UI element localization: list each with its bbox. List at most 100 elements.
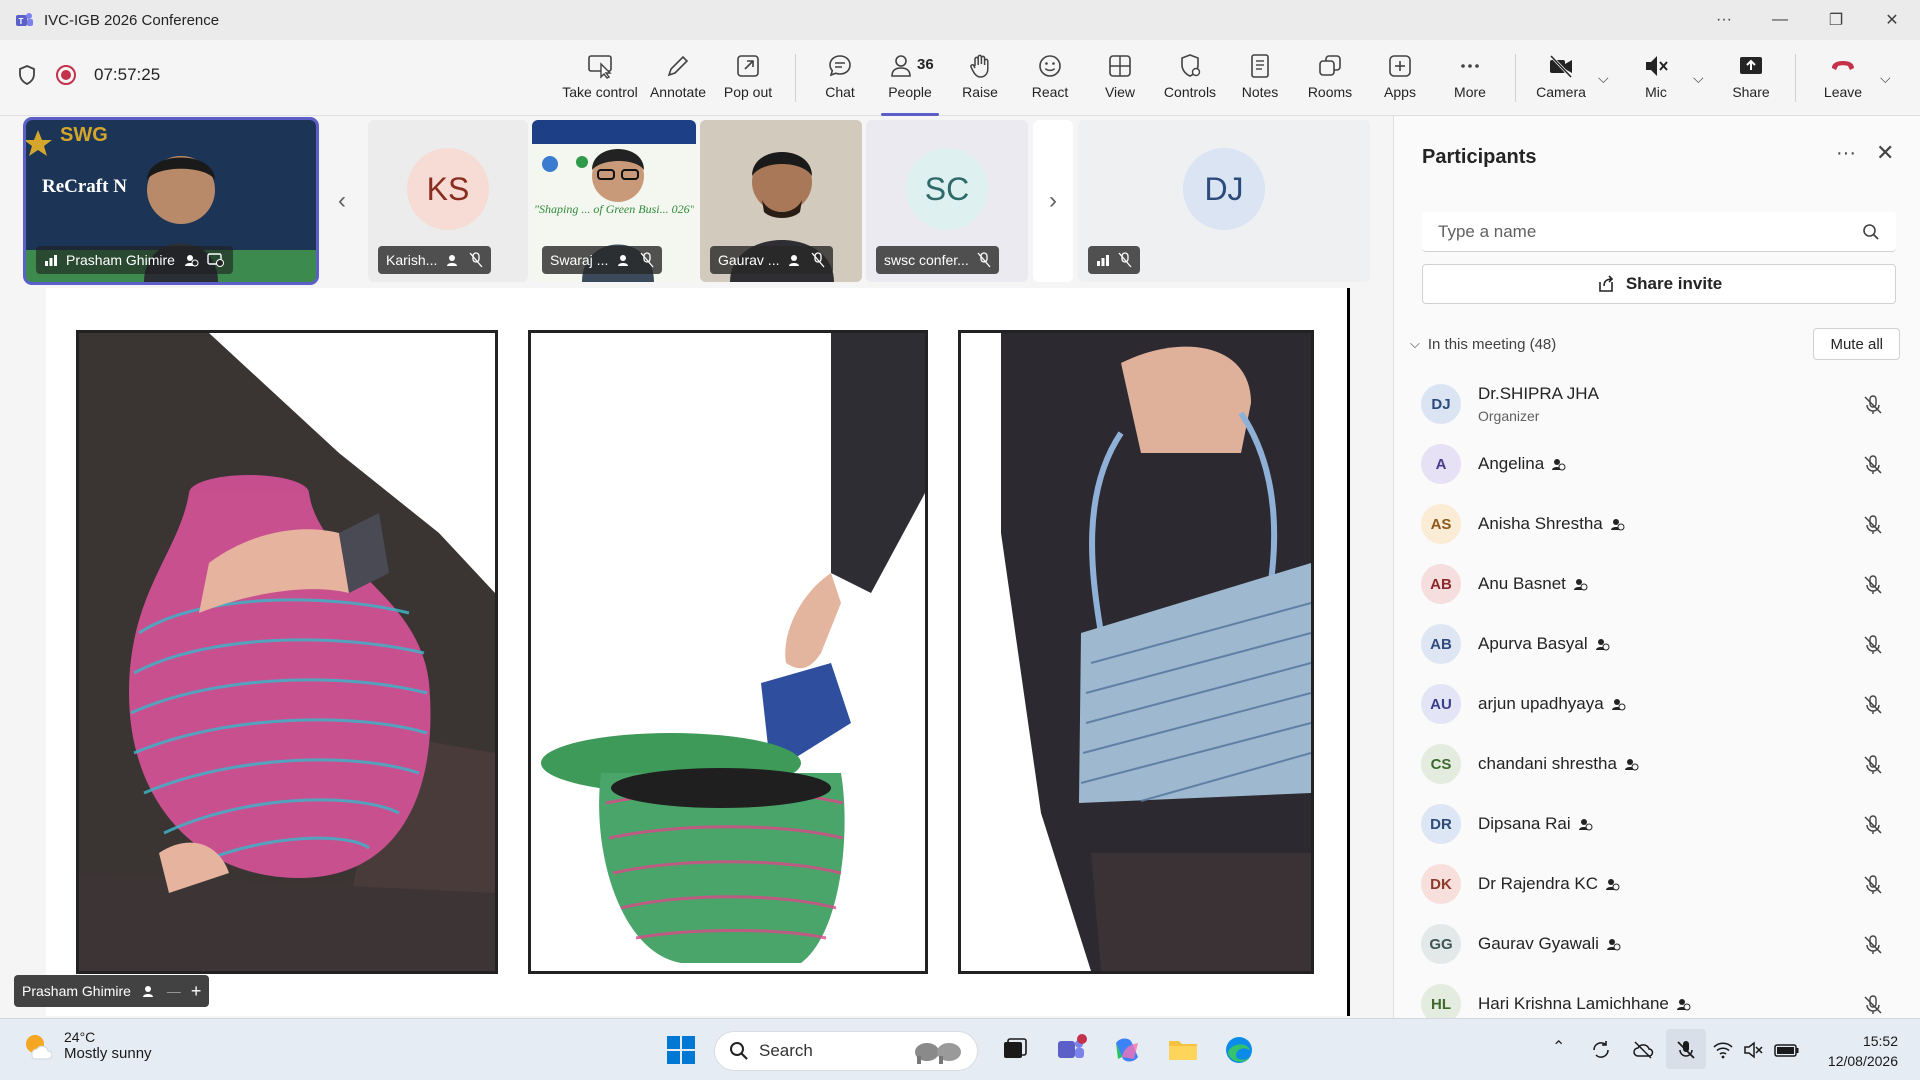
mic-options-chevron-icon[interactable]: ⌵ <box>1693 70 1704 87</box>
raise-hand-button[interactable]: Raise <box>945 50 1015 110</box>
battery-icon[interactable] <box>1774 1039 1800 1061</box>
in-meeting-section-header[interactable]: ⌵ In this meeting (48) Mute all <box>1410 324 1900 364</box>
participant-row[interactable]: AB Apurva Basyal <box>1394 612 1920 672</box>
video-tile-prasham[interactable]: SWG ReCraft N Prasham Ghimire <box>23 117 319 285</box>
take-control-button[interactable]: Take control <box>562 50 638 110</box>
mic-muted-icon[interactable] <box>1862 934 1884 956</box>
leave-button[interactable]: Leave <box>1808 50 1878 110</box>
camera-options-chevron-icon[interactable]: ⌵ <box>1598 70 1609 87</box>
participant-name-text: chandani shrestha <box>1478 754 1617 773</box>
teams-taskbar-icon[interactable] <box>1054 1033 1088 1067</box>
video-tile-dj[interactable]: DJ <box>1078 120 1370 282</box>
view-button[interactable]: View <box>1085 50 1155 110</box>
strip-next-button[interactable]: › <box>1033 120 1073 282</box>
participant-row[interactable]: CS chandani shrestha <box>1394 732 1920 792</box>
participant-row[interactable]: AU arjun upadhyaya <box>1394 672 1920 732</box>
video-tile-swsc[interactable]: SC swsc confer... <box>866 120 1028 282</box>
close-panel-button[interactable]: ✕ <box>1876 140 1894 166</box>
wifi-icon[interactable] <box>1712 1039 1734 1061</box>
apps-button[interactable]: Apps <box>1365 50 1435 110</box>
panel-more-options-button[interactable]: ··· <box>1836 142 1856 165</box>
video-tile-swaraj[interactable]: "Shaping ... of Green Busi... 026" Swara… <box>532 120 696 282</box>
shield-icon[interactable] <box>16 64 38 86</box>
take-control-icon <box>588 55 612 79</box>
participant-row[interactable]: DJ Dr.SHIPRA JHA Organizer <box>1394 372 1920 432</box>
mic-muted-icon[interactable] <box>1862 634 1884 656</box>
notes-button[interactable]: Notes <box>1225 50 1295 110</box>
participant-row[interactable]: DR Dipsana Rai <box>1394 792 1920 852</box>
people-button[interactable]: 36 People <box>875 50 945 116</box>
mic-muted-icon <box>640 252 654 268</box>
participant-row[interactable]: AS Anisha Shrestha <box>1394 492 1920 552</box>
minimize-button[interactable]: — <box>1752 0 1808 40</box>
guest-badge-icon <box>789 255 800 266</box>
search-icon <box>730 1042 748 1060</box>
mic-muted-icon[interactable] <box>1862 694 1884 716</box>
zoom-in-button[interactable]: + <box>191 981 202 1002</box>
weather-desc: Mostly sunny <box>64 1045 152 1062</box>
people-icon <box>891 55 911 77</box>
title-bar: T IVC-IGB 2026 Conference ··· — ❐ ✕ <box>0 0 1920 40</box>
more-button[interactable]: More <box>1435 50 1505 110</box>
mic-muted-icon[interactable] <box>1862 574 1884 596</box>
mic-muted-icon[interactable] <box>1862 754 1884 776</box>
cloud-off-icon[interactable] <box>1632 1039 1654 1061</box>
tray-chevron-up-icon[interactable]: ⌃ <box>1552 1037 1565 1057</box>
taskbar-search[interactable]: Search <box>714 1031 978 1071</box>
avatar: DJ <box>1183 148 1265 230</box>
sun-cloud-icon <box>26 1034 52 1059</box>
weather-widget[interactable]: 24°C Mostly sunny <box>22 1029 152 1062</box>
mic-muted-icon[interactable] <box>1675 1039 1697 1061</box>
share-invite-button[interactable]: Share invite <box>1422 264 1896 304</box>
task-view-icon[interactable] <box>998 1033 1032 1067</box>
participant-name: Dr Rajendra KC <box>1478 874 1620 894</box>
mic-muted-icon[interactable] <box>1862 874 1884 896</box>
participant-row[interactable]: DK Dr Rajendra KC <box>1394 852 1920 912</box>
guest-badge-icon <box>1606 879 1620 891</box>
share-button[interactable]: Share <box>1716 50 1786 110</box>
video-tile-karish[interactable]: KS Karish... <box>368 120 528 282</box>
avatar: AU <box>1421 684 1461 724</box>
pop-out-icon <box>737 55 759 77</box>
mic-button[interactable]: Mic <box>1621 50 1691 110</box>
more-options-button[interactable]: ··· <box>1696 0 1752 40</box>
chat-button[interactable]: Chat <box>805 50 875 110</box>
mic-muted-icon[interactable] <box>1862 514 1884 536</box>
windows-start-icon[interactable] <box>664 1033 698 1067</box>
copilot-icon[interactable] <box>1110 1033 1144 1067</box>
speaker-muted-icon[interactable] <box>1742 1039 1764 1061</box>
meeting-timer: 07:57:25 <box>94 65 161 84</box>
participant-row[interactable]: A Angelina <box>1394 432 1920 492</box>
close-window-button[interactable]: ✕ <box>1864 0 1920 40</box>
taskbar-clock[interactable]: 15:52 12/08/2026 <box>1828 1031 1898 1071</box>
guest-badge-icon <box>1611 699 1626 711</box>
controls-icon <box>1181 54 1201 77</box>
screen-share-badge-icon <box>207 253 224 267</box>
camera-button[interactable]: Camera <box>1526 50 1596 110</box>
leave-options-chevron-icon[interactable]: ⌵ <box>1880 70 1891 87</box>
zoom-out-button[interactable]: — <box>167 983 181 999</box>
participant-row[interactable]: AB Anu Basnet <box>1394 552 1920 612</box>
controls-button[interactable]: Controls <box>1155 50 1225 110</box>
mic-muted-icon[interactable] <box>1862 814 1884 836</box>
participant-search[interactable] <box>1422 212 1896 252</box>
mic-muted-icon[interactable] <box>1862 454 1884 476</box>
react-button[interactable]: React <box>1015 50 1085 110</box>
mic-muted-icon[interactable] <box>1862 394 1884 416</box>
edge-browser-icon[interactable] <box>1222 1033 1256 1067</box>
signal-bars-icon <box>45 255 57 266</box>
sync-icon[interactable] <box>1590 1039 1612 1061</box>
restore-button[interactable]: ❐ <box>1808 0 1864 40</box>
annotate-button[interactable]: Annotate <box>643 50 713 110</box>
pop-out-button[interactable]: Pop out <box>713 50 783 110</box>
file-explorer-icon[interactable] <box>1166 1033 1200 1067</box>
strip-prev-button[interactable]: ‹ <box>322 120 362 282</box>
rooms-button[interactable]: Rooms <box>1295 50 1365 110</box>
video-tile-gaurav[interactable]: Gaurav ... <box>700 120 862 282</box>
mic-muted-icon[interactable] <box>1862 994 1884 1016</box>
search-input[interactable] <box>1438 221 1862 242</box>
participant-name: Anisha Shrestha <box>1478 514 1625 534</box>
mute-all-button[interactable]: Mute all <box>1813 328 1900 360</box>
camera-off-icon <box>1549 54 1573 79</box>
participant-row[interactable]: GG Gaurav Gyawali <box>1394 912 1920 972</box>
